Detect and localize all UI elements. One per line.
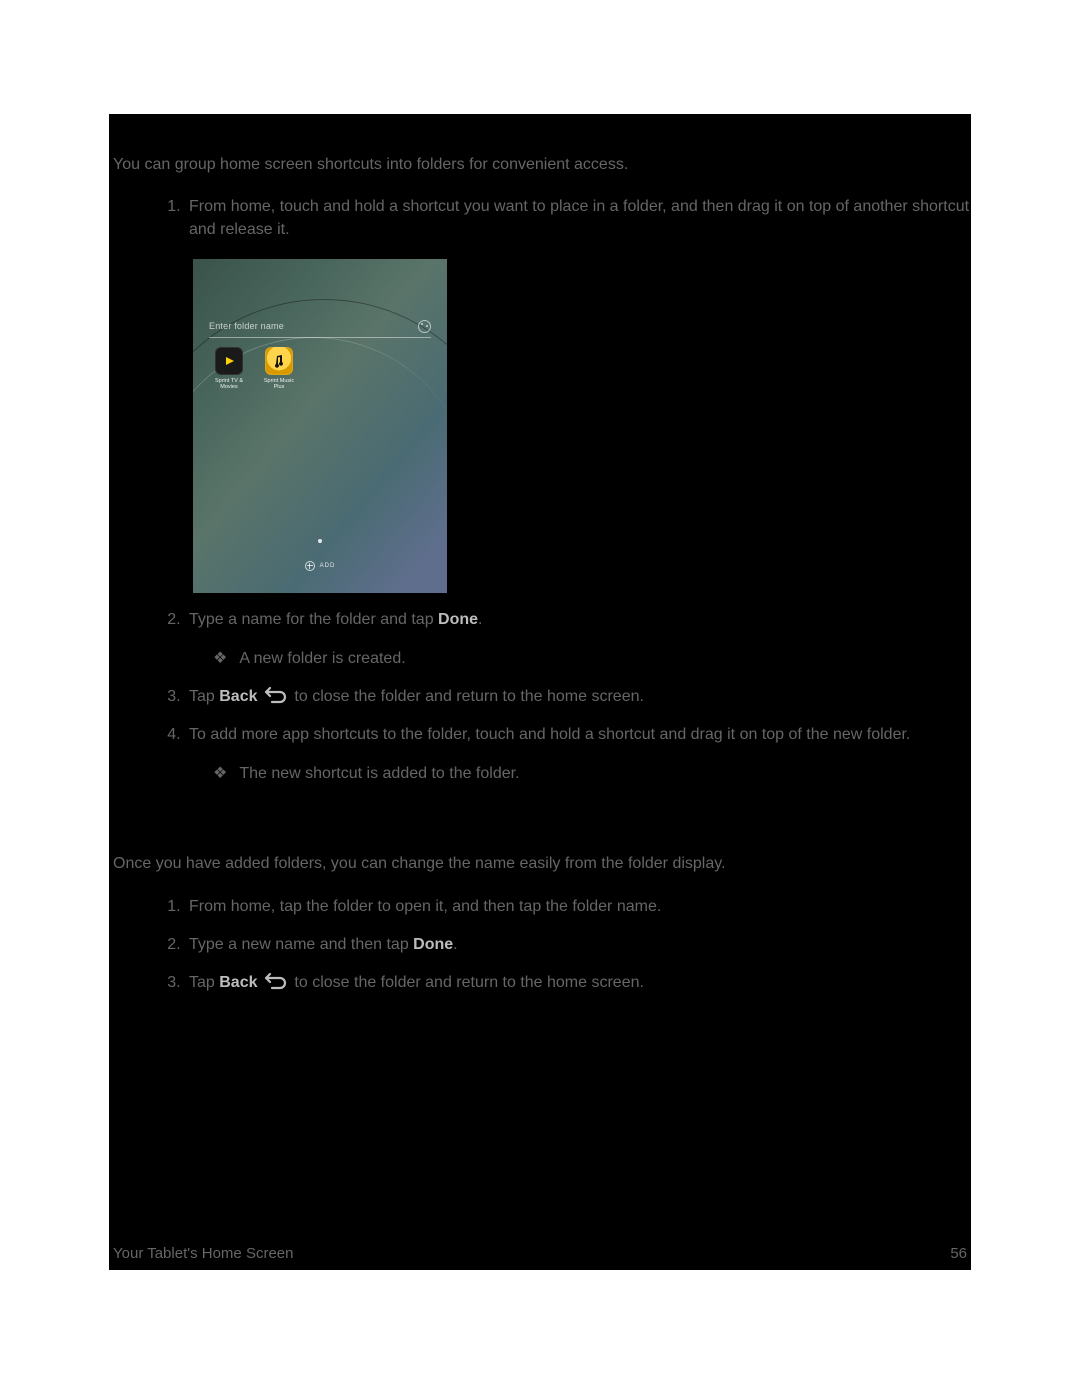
app-icon-sprint-music: [265, 347, 293, 375]
back-label-2: Back: [219, 974, 257, 991]
wallpaper-swoosh-2: [193, 299, 447, 593]
step-1-text: From home, touch and hold a shortcut you…: [189, 198, 969, 237]
page-footer: Your Tablet's Home Screen 56: [113, 1243, 967, 1264]
back-icon: [264, 973, 288, 991]
document-page: You can group home screen shortcuts into…: [0, 0, 1080, 1397]
app-label-sprint-music: Sprint Music Plus: [259, 378, 299, 391]
app-sprint-tv[interactable]: Sprint TV & Movies: [209, 347, 249, 391]
page-indicator-dot: [318, 539, 322, 543]
back-label: Back: [219, 688, 257, 705]
music-note-icon: [272, 354, 286, 368]
step-2-sub-1: A new folder is created.: [213, 648, 971, 670]
step-4-sublist: The new shortcut is added to the folder.: [189, 763, 971, 785]
step-3: Tap Back to close the folder and return …: [185, 686, 971, 708]
step-3-text: Tap Back to close the folder and return …: [189, 688, 644, 705]
wallpaper-swoosh: [193, 259, 447, 593]
rename-folder-steps: From home, tap the folder to open it, an…: [109, 896, 971, 995]
rename-step-2-b: .: [453, 936, 457, 953]
app-label-sprint-tv: Sprint TV & Movies: [209, 378, 249, 391]
section-gap: [109, 801, 971, 853]
palette-icon[interactable]: [418, 320, 431, 333]
folder-name-field[interactable]: Enter folder name: [209, 315, 431, 338]
back-icon: [264, 687, 288, 705]
folder-apps-row: Sprint TV & Movies Sprint Music Plus: [209, 347, 299, 391]
rename-step-1: From home, tap the folder to open it, an…: [185, 896, 971, 918]
rename-step-1-text: From home, tap the folder to open it, an…: [189, 898, 661, 915]
step-2-text-a: Type a name for the folder and tap: [189, 611, 438, 628]
tablet-screenshot: Enter folder name Sprint TV & Movies: [193, 259, 447, 593]
step-2-sublist: A new folder is created.: [189, 648, 971, 670]
footer-section-title: Your Tablet's Home Screen: [113, 1243, 293, 1264]
add-label: ADD: [320, 562, 336, 570]
rename-step-2-text: Type a new name and then tap Done.: [189, 936, 458, 953]
step-2: Type a name for the folder and tap Done.…: [185, 609, 971, 670]
page-content: You can group home screen shortcuts into…: [109, 114, 971, 1270]
rename-step-3-text: Tap Back to close the folder and return …: [189, 974, 644, 991]
plus-icon: [305, 561, 315, 571]
step-4-text: To add more app shortcuts to the folder,…: [189, 726, 910, 743]
rename-step-3-b: to close the folder and return to the ho…: [294, 974, 644, 991]
step-3-text-b: to close the folder and return to the ho…: [294, 688, 644, 705]
step-2-text: Type a name for the folder and tap Done.: [189, 611, 483, 628]
rename-intro: Once you have added folders, you can cha…: [109, 853, 971, 875]
folder-add-button[interactable]: ADD: [193, 561, 447, 571]
app-sprint-music[interactable]: Sprint Music Plus: [259, 347, 299, 391]
folder-name-placeholder: Enter folder name: [209, 320, 284, 333]
intro-paragraph: You can group home screen shortcuts into…: [109, 114, 971, 176]
step-4: To add more app shortcuts to the folder,…: [185, 724, 971, 785]
step-3-text-a: Tap: [189, 688, 219, 705]
page-number: 56: [950, 1243, 967, 1264]
rename-step-2-a: Type a new name and then tap: [189, 936, 413, 953]
step-1: From home, touch and hold a shortcut you…: [185, 196, 971, 593]
create-folder-steps: From home, touch and hold a shortcut you…: [109, 196, 971, 785]
step-4-sub-1: The new shortcut is added to the folder.: [213, 763, 971, 785]
play-icon: [222, 354, 236, 368]
step-2-text-b: .: [478, 611, 482, 628]
rename-step-3: Tap Back to close the folder and return …: [185, 972, 971, 994]
rename-step-3-a: Tap: [189, 974, 219, 991]
done-label-2: Done: [413, 936, 453, 953]
done-label: Done: [438, 611, 478, 628]
app-icon-sprint-tv: [215, 347, 243, 375]
rename-step-2: Type a new name and then tap Done.: [185, 934, 971, 956]
